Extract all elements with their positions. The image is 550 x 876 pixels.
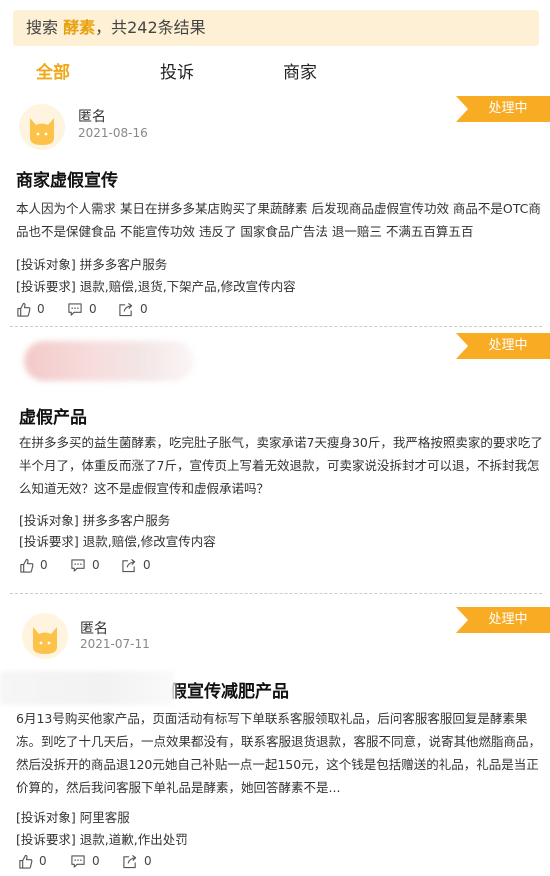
user-name: 匿名: [78, 109, 106, 125]
status-badge: 处理中: [456, 333, 550, 359]
thumbs-up-icon: [19, 854, 33, 869]
tab-merchants[interactable]: 商家: [283, 58, 317, 83]
comment-icon: [71, 558, 85, 572]
request-label: [投诉要求]: [16, 279, 76, 294]
card-divider: [10, 326, 542, 327]
like-count: 0: [37, 302, 45, 316]
search-summary: 搜索 酵素，共242条结果: [13, 10, 539, 46]
comment-button[interactable]: 0: [70, 852, 100, 870]
share-button[interactable]: 0: [122, 852, 152, 870]
search-keyword: 酵素: [63, 18, 96, 37]
target-value: 拼多多客户服务: [82, 513, 171, 528]
share-icon: [122, 558, 136, 572]
blurred-title-prefix: [0, 671, 175, 705]
complaint-content: 6月13号购买他家产品，页面活动有标写下单联系客服领取礼品，后问客服客服回复是酵…: [16, 711, 542, 795]
complaint-target: [投诉对象] 拼多多客户服务: [19, 510, 170, 529]
complaint-target: [投诉对象] 拼多多客户服务: [16, 254, 167, 273]
share-button[interactable]: 0: [121, 556, 151, 574]
target-value: 阿里客服: [79, 810, 130, 825]
action-bar: 0 0 0: [19, 556, 219, 574]
blurred-user-info: [24, 341, 194, 381]
share-button[interactable]: 0: [118, 300, 148, 318]
target-label: [投诉对象]: [19, 513, 79, 528]
share-icon: [123, 854, 137, 868]
card-divider: [10, 593, 542, 594]
action-bar: 0 0 0: [18, 852, 218, 870]
status-badge: 处理中: [456, 96, 550, 122]
target-label: [投诉对象]: [16, 810, 76, 825]
complaint-content: 本人因为个人需求 某日在拼多多某店购买了果蔬酵素 后发现商品虚假宣传功效 商品不…: [16, 201, 541, 239]
cat-avatar-icon: [19, 104, 65, 150]
complaint-title[interactable]: 虚假产品: [19, 403, 87, 428]
complaint-title[interactable]: 商家虚假宣传: [16, 166, 118, 191]
comment-icon: [68, 302, 82, 316]
request-label: [投诉要求]: [19, 534, 79, 549]
like-count: 0: [39, 854, 47, 868]
tab-all[interactable]: 全部: [36, 58, 70, 83]
thumbs-up-icon: [20, 558, 34, 573]
like-button[interactable]: 0: [18, 852, 47, 870]
comment-icon: [71, 854, 85, 868]
comment-button[interactable]: 0: [67, 300, 97, 318]
share-count: 0: [144, 854, 152, 868]
complaint-request: [投诉要求] 退款,赔偿,退货,下架产品,修改宣传内容: [16, 276, 296, 295]
request-value: 退款,赔偿,修改宣传内容: [82, 534, 216, 549]
target-value: 拼多多客户服务: [79, 257, 168, 272]
search-prefix: 搜索: [26, 18, 64, 37]
share-count: 0: [143, 558, 151, 572]
complaint-content: 在拼多多买的益生菌酵素，吃完肚子胀气，卖家承诺7天瘦身30斤，我严格按照卖家的要…: [19, 435, 543, 496]
cat-avatar-icon: [22, 613, 68, 659]
like-button[interactable]: 0: [16, 300, 45, 318]
complaint-request: [投诉要求] 退款,道歉,作出处罚: [16, 829, 188, 848]
request-value: 退款,赔偿,退货,下架产品,修改宣传内容: [79, 279, 296, 294]
tab-complaints[interactable]: 投诉: [160, 58, 194, 83]
complaint-request: [投诉要求] 退款,赔偿,修改宣传内容: [19, 531, 216, 550]
target-label: [投诉对象]: [16, 257, 76, 272]
user-name: 匿名: [80, 621, 108, 637]
comment-count: 0: [92, 854, 100, 868]
post-date: 2021-08-16: [78, 126, 148, 140]
action-bar: 0 0 0: [16, 300, 216, 318]
complaint-target: [投诉对象] 阿里客服: [16, 807, 130, 826]
request-value: 退款,道歉,作出处罚: [79, 832, 188, 847]
like-button[interactable]: 0: [19, 556, 48, 574]
comment-button[interactable]: 0: [70, 556, 100, 574]
comment-count: 0: [92, 558, 100, 572]
request-label: [投诉要求]: [16, 832, 76, 847]
like-count: 0: [40, 558, 48, 572]
share-count: 0: [140, 302, 148, 316]
thumbs-up-icon: [17, 302, 31, 317]
share-icon: [119, 302, 133, 316]
comment-count: 0: [89, 302, 97, 316]
status-badge: 处理中: [456, 607, 550, 633]
search-result-count: ，共242条结果: [95, 18, 206, 37]
tab-bar: 全部 投诉 商家: [0, 58, 550, 86]
post-date: 2021-07-11: [80, 637, 150, 651]
